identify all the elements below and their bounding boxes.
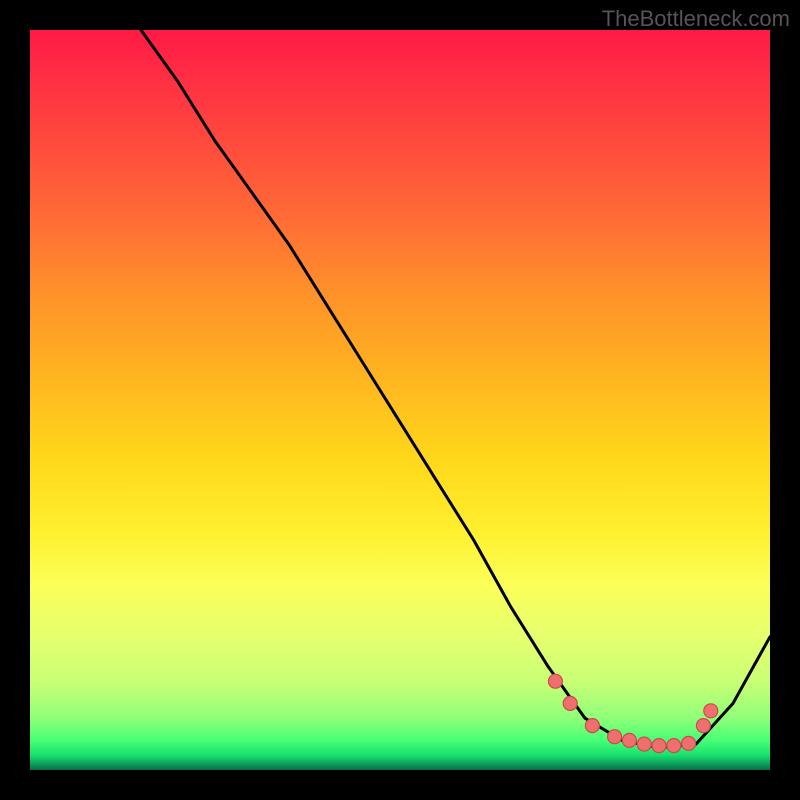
bottleneck-curve [141,30,770,748]
chart-svg [30,30,770,770]
data-point [637,737,651,751]
watermark-text: TheBottleneck.com [602,6,790,32]
data-point [563,696,577,710]
data-point [585,719,599,733]
plot-area [30,30,770,770]
data-point [548,674,562,688]
data-point [704,704,718,718]
data-point [608,730,622,744]
marker-group [548,674,717,752]
data-point [682,736,696,750]
data-point [667,739,681,753]
data-point [696,719,710,733]
data-point [652,739,666,753]
data-point [622,733,636,747]
